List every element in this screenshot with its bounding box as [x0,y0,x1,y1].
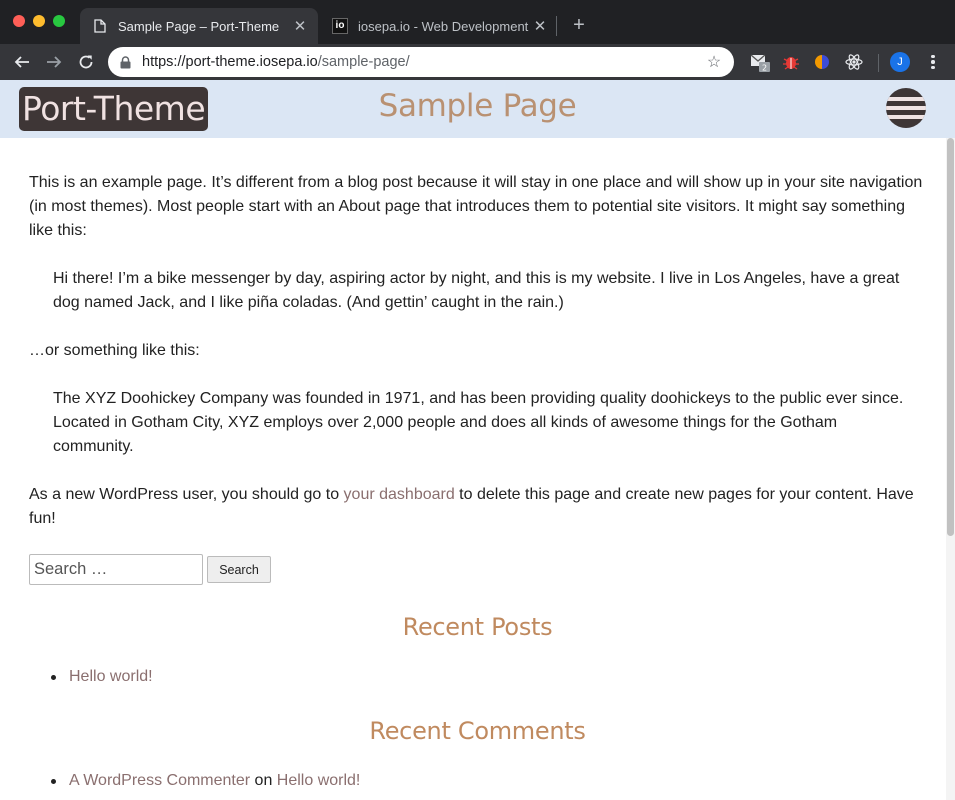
window-close-button[interactable] [13,15,25,27]
tab-sample-page[interactable]: Sample Page – Port-Theme ✕ [80,8,318,44]
window-zoom-button[interactable] [53,15,65,27]
quote-bike-messenger: Hi there! I’m a bike messenger by day, a… [53,270,900,311]
lock-icon [120,55,132,69]
address-bar[interactable]: https://port-theme.iosepa.io/sample-page… [108,47,734,77]
list-item: A WordPress Commenter on Hello world! [51,769,360,793]
reload-icon[interactable] [74,50,98,74]
iosepa-favicon-icon: io [332,18,348,34]
url-host: https://port-theme.iosepa.io [142,54,318,70]
list-item: Hello world! [51,665,153,689]
mail-checker-icon[interactable]: 2 [750,52,770,72]
outro-text-before: As a new WordPress user, you should go t… [29,486,344,503]
url-path: /sample-page/ [317,54,410,70]
scrollbar-thumb[interactable] [947,138,954,536]
quote-xyz-company: The XYZ Doohickey Company was founded in… [53,390,904,455]
page-content: This is an example page. It’s different … [29,171,929,555]
search-form: Search [29,554,271,585]
search-button[interactable]: Search [207,556,271,583]
recent-posts-list: Hello world! [51,665,153,689]
comment-connector: on [250,772,277,789]
browser-tab-bar: Sample Page – Port-Theme ✕ io iosepa.io … [0,0,955,44]
dashboard-link[interactable]: your dashboard [344,486,455,503]
tab-iosepa[interactable]: io iosepa.io - Web Development ✕ [320,8,558,44]
url-text: https://port-theme.iosepa.io/sample-page… [142,54,704,70]
comment-post-link[interactable]: Hello world! [277,772,361,789]
intro-paragraph: This is an example page. It’s different … [29,174,923,239]
bug-extension-icon[interactable] [781,52,801,72]
tab-title: Sample Page – Port-Theme [118,18,280,34]
recent-comments-list: A WordPress Commenter on Hello world! [51,769,360,793]
tab-divider [556,16,557,36]
extension-badge-count: 2 [762,64,767,73]
page-icon [92,18,108,34]
comment-author-link[interactable]: A WordPress Commenter [69,772,250,789]
react-devtools-icon[interactable] [844,52,864,72]
window-minimize-button[interactable] [33,15,45,27]
bookmark-star-icon[interactable]: ☆ [704,52,724,72]
new-tab-button[interactable]: + [568,12,590,38]
profile-avatar[interactable]: J [890,52,910,72]
recent-post-link[interactable]: Hello world! [69,668,153,685]
search-input[interactable] [29,554,203,585]
middle-paragraph: …or something like this: [29,342,200,359]
recent-comments-title: Recent Comments [369,717,586,745]
tab-close-icon[interactable]: ✕ [290,17,310,35]
toolbar-divider [878,54,879,72]
recent-posts-title: Recent Posts [402,613,553,641]
color-extension-icon[interactable] [812,52,832,72]
hamburger-menu-icon[interactable] [886,88,926,128]
page-scrollbar[interactable] [946,138,955,800]
forward-arrow-icon[interactable] [42,50,66,74]
page-title: Sample Page [378,88,577,124]
browser-toolbar: https://port-theme.iosepa.io/sample-page… [0,44,955,80]
tab-close-icon[interactable]: ✕ [530,17,550,35]
outro-paragraph: As a new WordPress user, you should go t… [29,483,929,531]
tab-title: iosepa.io - Web Development [358,18,529,34]
back-arrow-icon[interactable] [10,50,34,74]
site-header: Port-Theme Sample Page [0,80,955,138]
more-menu-icon[interactable] [926,52,940,72]
